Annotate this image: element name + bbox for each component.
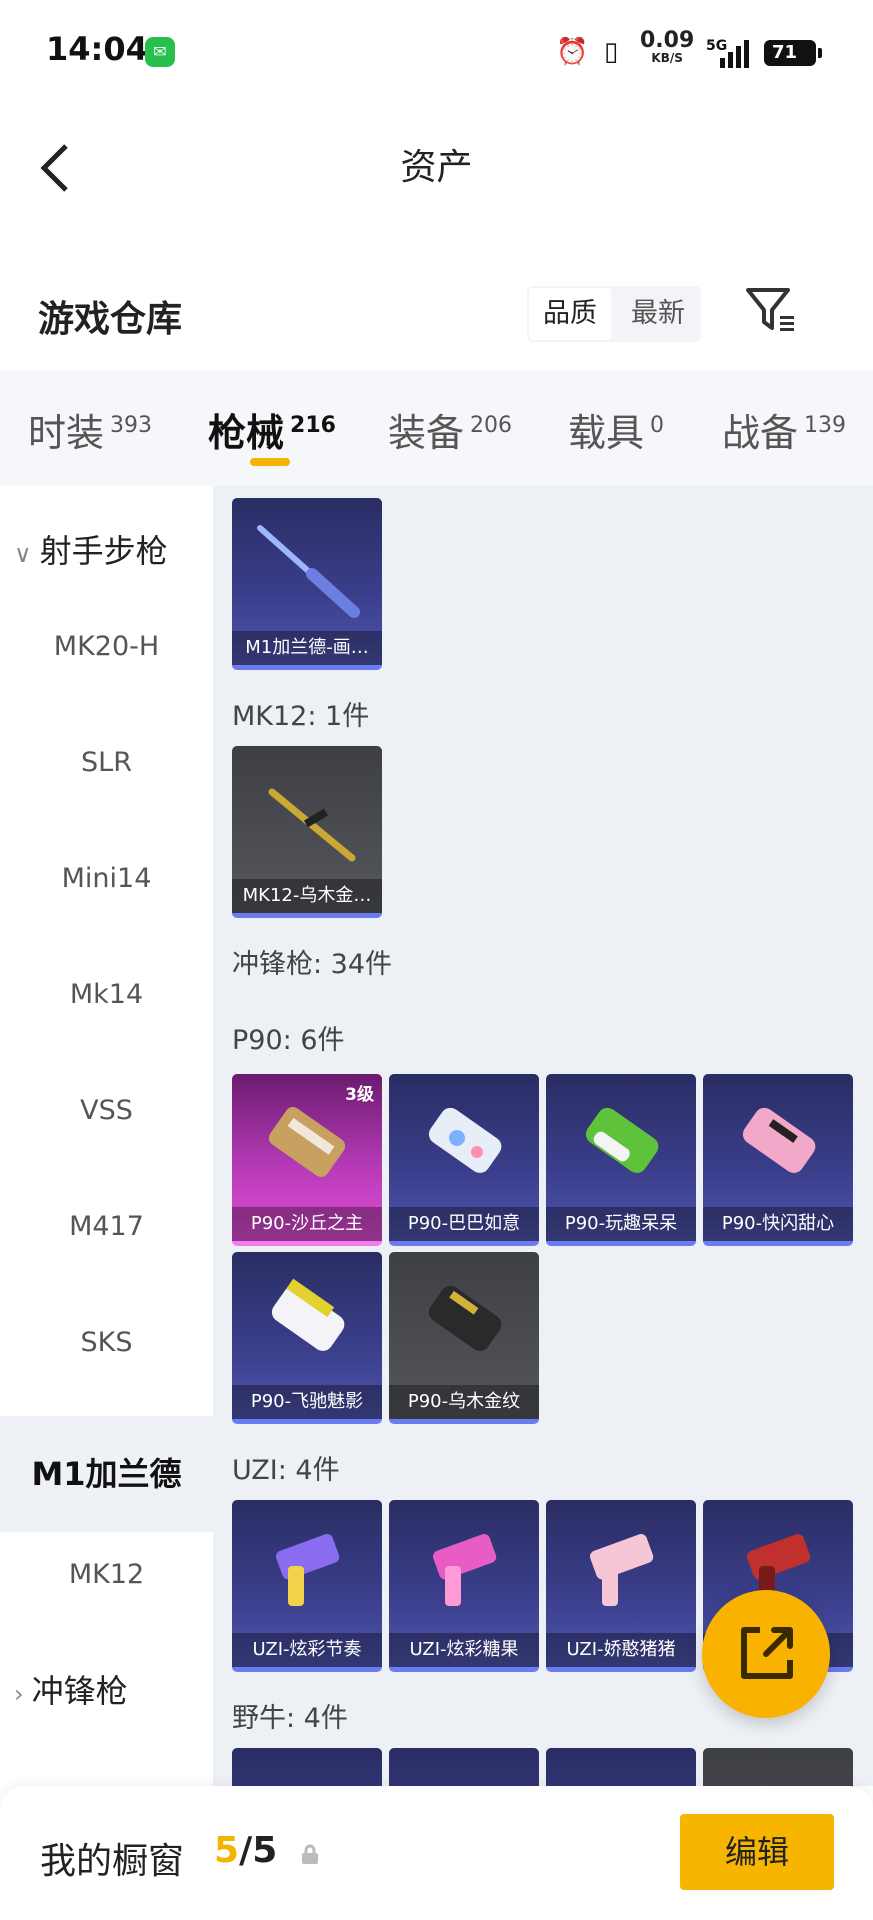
group-label-mk12: MK12: 1件 — [232, 701, 370, 732]
chevron-down-icon: ∨ — [14, 540, 32, 568]
item-card[interactable]: M1加兰德-画… — [232, 498, 382, 670]
showcase-count: 5/5 — [214, 1830, 278, 1871]
item-card[interactable]: P90-飞驰魅影 — [232, 1252, 382, 1424]
smg-icon — [275, 1534, 340, 1606]
item-name: UZI-炫彩糖果 — [389, 1633, 539, 1667]
item-card[interactable]: P90-乌木金纹 — [389, 1252, 539, 1424]
item-card[interactable]: P90-巴巴如意 — [389, 1074, 539, 1246]
sidebar-group-smg[interactable]: › 冲锋枪 — [14, 1666, 128, 1712]
item-name: MK12-乌木金… — [232, 879, 382, 913]
share-icon — [741, 1627, 793, 1679]
status-bar: 14:04 ✉ ⏰ ▯ 0.09 KB/S 5G 71 — [0, 0, 873, 104]
tab-equipment[interactable]: 装备 206 — [388, 402, 512, 457]
item-card[interactable]: MK12-乌木金… — [232, 746, 382, 918]
rifle-icon — [257, 525, 360, 618]
tab-supplies[interactable]: 战备 139 — [722, 402, 846, 457]
sort-newest-button[interactable]: 最新 — [617, 286, 699, 342]
smg-icon — [585, 1107, 659, 1173]
sidebar-item-mk20h[interactable]: MK20-H — [0, 622, 213, 672]
vibrate-icon: ▯ — [604, 37, 619, 67]
battery-icon: 71 — [764, 40, 822, 66]
item-name: P90-沙丘之主 — [232, 1207, 382, 1241]
filter-icon — [746, 288, 794, 331]
item-card[interactable]: P90-快闪甜心 — [703, 1074, 853, 1246]
item-name: P90-乌木金纹 — [389, 1385, 539, 1419]
item-card[interactable]: 3级 P90-沙丘之主 — [232, 1074, 382, 1246]
group-label-uzi: UZI: 4件 — [232, 1455, 340, 1486]
sidebar-group-marksman[interactable]: ∨ 射手步枪 — [14, 526, 168, 572]
alarm-icon: ⏰ — [556, 37, 589, 67]
rifle-icon — [268, 788, 356, 862]
sidebar-item-vss[interactable]: VSS — [0, 1086, 213, 1136]
smg-icon — [432, 1534, 497, 1606]
smg-icon — [428, 1285, 502, 1351]
sidebar-item-mini14[interactable]: Mini14 — [0, 854, 213, 904]
item-name: P90-快闪甜心 — [703, 1207, 853, 1241]
item-card[interactable]: P90-玩趣呆呆 — [546, 1074, 696, 1246]
sidebar-item-m1-garand[interactable]: M1加兰德 — [0, 1416, 213, 1532]
showcase-label: 我的橱窗 — [40, 1841, 185, 1882]
item-level-badge: 3级 — [345, 1085, 374, 1105]
smg-icon — [742, 1107, 816, 1173]
group-label-p90: P90: 6件 — [232, 1025, 345, 1056]
item-name: P90-玩趣呆呆 — [546, 1207, 696, 1241]
sidebar: ∨ 射手步枪 MK20-H SLR Mini14 Mk14 VSS M417 SK… — [0, 486, 213, 1786]
item-name: P90-飞驰魅影 — [232, 1385, 382, 1419]
battery-level: 71 — [772, 42, 798, 63]
item-name: P90-巴巴如意 — [389, 1207, 539, 1241]
net-speed: 0.09 KB/S — [640, 28, 695, 65]
lock-icon — [298, 1842, 322, 1866]
smg-icon — [271, 1278, 345, 1351]
sort-toggle: 品质 最新 — [527, 286, 701, 342]
page-title: 资产 — [400, 147, 473, 188]
sidebar-item-mk14[interactable]: Mk14 — [0, 970, 213, 1020]
smg-icon — [428, 1107, 502, 1173]
sidebar-item-sks[interactable]: SKS — [0, 1318, 213, 1368]
tab-firearms[interactable]: 枪械 216 — [208, 402, 336, 457]
active-tab-indicator — [250, 458, 290, 466]
share-button[interactable] — [702, 1590, 830, 1718]
net-speed-unit: KB/S — [651, 51, 683, 65]
warehouse-title: 游戏仓库 — [38, 299, 183, 340]
item-name: UZI-娇憨猪猪 — [546, 1633, 696, 1667]
group-label-bison: 野牛: 4件 — [232, 1703, 348, 1734]
smg-icon — [589, 1534, 654, 1606]
item-name: UZI-炫彩节奏 — [232, 1633, 382, 1667]
filter-button[interactable] — [744, 284, 796, 336]
edit-button[interactable]: 编辑 — [680, 1814, 834, 1890]
tab-vehicles[interactable]: 载具 0 — [568, 402, 664, 457]
status-time: 14:04 — [46, 30, 148, 68]
item-card[interactable]: UZI-炫彩节奏 — [232, 1500, 382, 1672]
signal-icon — [718, 40, 754, 68]
sort-quality-button[interactable]: 品质 — [529, 288, 611, 340]
tab-fashion[interactable]: 时装 393 — [28, 402, 152, 457]
item-card[interactable]: UZI-娇憨猪猪 — [546, 1500, 696, 1672]
sidebar-item-mk12[interactable]: MK12 — [0, 1550, 213, 1600]
item-card[interactable]: UZI-炫彩糖果 — [389, 1500, 539, 1672]
wechat-icon: ✉ — [145, 37, 175, 67]
smg-icon — [268, 1107, 346, 1177]
chevron-right-icon: › — [14, 1680, 24, 1708]
net-speed-value: 0.09 — [640, 28, 695, 53]
item-name: M1加兰德-画… — [232, 631, 382, 665]
sidebar-item-m417[interactable]: M417 — [0, 1202, 213, 1252]
sidebar-item-slr[interactable]: SLR — [0, 738, 213, 788]
group-label-smg: 冲锋枪: 34件 — [232, 949, 393, 980]
